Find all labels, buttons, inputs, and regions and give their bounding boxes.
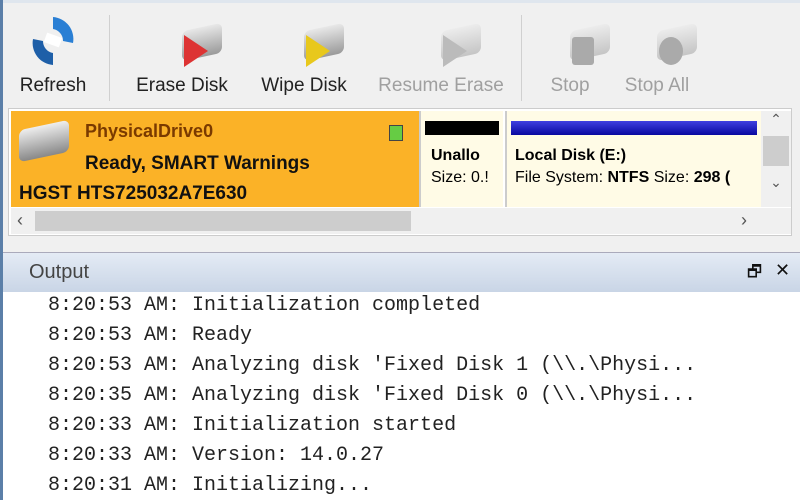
toolbar-separator — [109, 15, 110, 101]
stop-all-icon — [631, 13, 697, 69]
scroll-thumb[interactable] — [763, 136, 789, 166]
output-title: Output — [29, 261, 90, 283]
output-panel-header: Output 🗗 ✕ — [3, 252, 800, 292]
log-line: 8:20:35 AM: Analyzing disk 'Fixed Disk 0… — [48, 384, 697, 407]
partition-local-disk-e[interactable]: Local Disk (E:) File System: NTFS Size: … — [505, 111, 761, 207]
size-label: Size: — [431, 169, 467, 186]
wipe-disk-button[interactable]: Wipe Disk — [249, 13, 359, 105]
log-line: 8:20:33 AM: Initialization started — [48, 414, 457, 437]
stop-icon — [544, 13, 610, 69]
log-line: 8:20:33 AM: Version: 14.0.27 — [48, 444, 385, 467]
log-line: 8:20:53 AM: Ready — [48, 324, 253, 347]
scroll-thumb[interactable] — [35, 211, 411, 231]
partition-size: 0.! — [471, 169, 489, 186]
partition-unallocated[interactable]: Unallo Size: 0.! — [419, 111, 503, 207]
vertical-scrollbar[interactable]: ⌃ ⌄ — [761, 111, 791, 207]
stop-all-label: Stop All — [624, 75, 690, 96]
erase-disk-label: Erase Disk — [136, 75, 228, 96]
resume-erase-label: Resume Erase — [378, 75, 504, 96]
partition-fs: NTFS — [607, 169, 650, 186]
scroll-down-icon[interactable]: ⌄ — [761, 174, 791, 191]
stop-all-button[interactable]: Stop All — [615, 13, 699, 105]
refresh-button[interactable]: Refresh — [13, 13, 93, 105]
log-line: 8:20:53 AM: Initialization completed — [48, 294, 481, 317]
size-label: Size: — [653, 169, 690, 186]
status-led-icon — [389, 125, 403, 141]
hard-drive-icon — [19, 119, 69, 163]
wipe-disk-icon — [278, 13, 344, 69]
partition-bar — [425, 121, 499, 135]
drive-status: Ready, SMART Warnings — [85, 153, 310, 174]
drive-item[interactable]: PhysicalDrive0 Ready, SMART Warnings HGS… — [11, 111, 419, 207]
drive-model: HGST HTS725032A7E630 — [19, 183, 248, 204]
partition-bar — [511, 121, 757, 135]
partition-name: Unallo — [431, 147, 480, 164]
erase-disk-button[interactable]: Erase Disk — [127, 13, 237, 105]
output-log: 8:20:53 AM: Initialization completed 8:2… — [3, 292, 800, 500]
erase-disk-icon — [156, 13, 222, 69]
restore-icon[interactable]: 🗗 — [747, 261, 762, 288]
scroll-up-icon[interactable]: ⌃ — [761, 111, 791, 128]
partition-name: Local Disk (E:) — [515, 147, 627, 164]
scroll-left-icon[interactable]: ‹ — [17, 210, 23, 231]
refresh-label: Refresh — [19, 75, 87, 96]
disk-map-panel: PhysicalDrive0 Ready, SMART Warnings HGS… — [8, 108, 792, 236]
resume-erase-button[interactable]: Resume Erase — [371, 13, 511, 105]
stop-button[interactable]: Stop — [535, 13, 610, 105]
stop-label: Stop — [550, 75, 590, 96]
toolbar-separator — [521, 15, 522, 101]
wipe-disk-label: Wipe Disk — [261, 75, 347, 96]
scroll-right-icon[interactable]: › — [741, 210, 747, 231]
drive-name: PhysicalDrive0 — [85, 121, 214, 141]
log-line: 8:20:31 AM: Initializing... — [48, 474, 373, 497]
fs-label: File System: — [515, 169, 604, 186]
partition-size: 298 ( — [693, 169, 731, 186]
horizontal-scrollbar[interactable]: ‹ › — [11, 208, 791, 234]
resume-erase-icon — [415, 13, 481, 69]
log-line: 8:20:53 AM: Analyzing disk 'Fixed Disk 1… — [48, 354, 697, 377]
close-icon[interactable]: ✕ — [775, 260, 790, 281]
refresh-icon — [27, 13, 79, 69]
toolbar: Refresh Erase Disk Wipe Disk Resume Eras… — [3, 0, 800, 104]
